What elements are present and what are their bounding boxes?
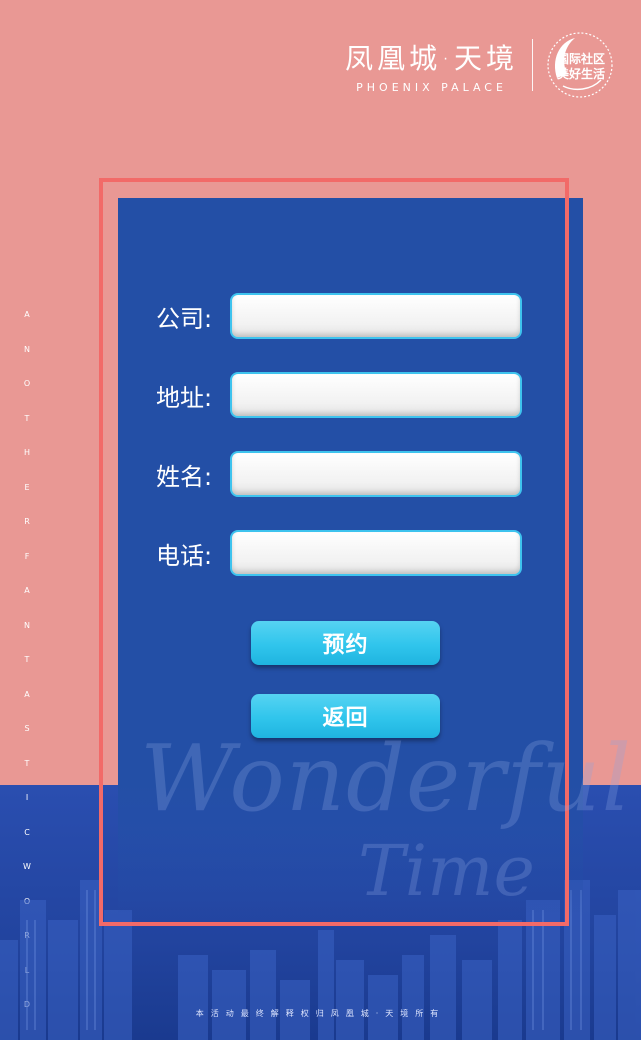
form-row-name: 姓名: — [156, 451, 522, 497]
name-input[interactable] — [230, 451, 522, 497]
footer-disclaimer: 本活动最终解释权归凤凰城·天境所有 — [195, 1009, 446, 1018]
brand-logo: 凤凰城·天境 PHOENIX PALACE 国际社区 美好生活 — [345, 30, 615, 100]
reserve-button[interactable]: 预约 — [251, 621, 440, 665]
brand-name-cn: 凤凰城·天境 — [345, 41, 518, 75]
watermark-time: Time — [358, 830, 535, 912]
brand-name: 凤凰城·天境 PHOENIX PALACE — [345, 37, 518, 94]
watermark-wonderful: Wonderful — [140, 725, 632, 832]
form-row-phone: 电话: — [156, 530, 522, 576]
community-seal: 国际社区 美好生活 — [545, 30, 615, 100]
logo-divider — [532, 39, 533, 91]
brand-name-en: PHOENIX PALACE — [356, 80, 507, 94]
form-row-company: 公司: — [156, 293, 522, 339]
seal-text: 国际社区 美好生活 — [557, 52, 606, 81]
form-row-address: 地址: — [156, 372, 522, 418]
company-input[interactable] — [230, 293, 522, 339]
address-input[interactable] — [230, 372, 522, 418]
address-label: 地址: — [156, 383, 213, 412]
phone-label: 电话: — [156, 541, 213, 570]
name-label: 姓名: — [156, 462, 213, 491]
phone-input[interactable] — [230, 530, 522, 576]
company-label: 公司: — [156, 304, 213, 333]
